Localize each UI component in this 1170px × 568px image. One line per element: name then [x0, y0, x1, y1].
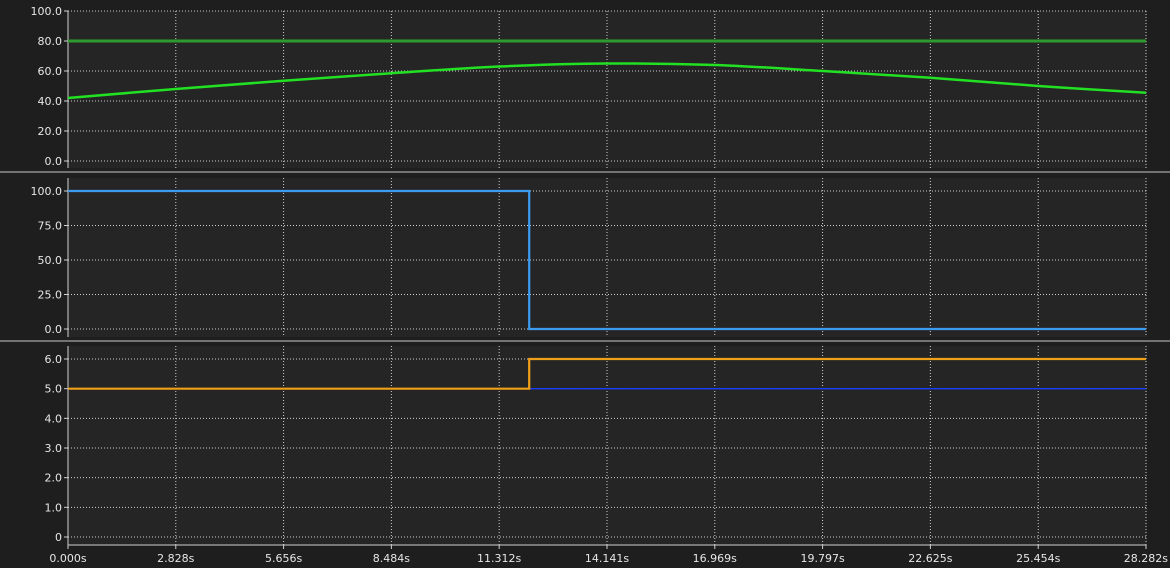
x-tick-label: 25.454s	[1016, 552, 1060, 565]
y-tick-label: 2.0	[45, 472, 63, 485]
y-tick-label: 80.0	[38, 35, 63, 48]
x-tick-label: 22.625s	[908, 552, 952, 565]
y-tick-label: 0.0	[45, 155, 63, 168]
y-tick-label: 50.0	[38, 254, 63, 267]
x-tick-label: 14.141s	[585, 552, 629, 565]
y-tick-label: 75.0	[38, 220, 63, 233]
x-tick-label: 5.656s	[265, 552, 302, 565]
y-tick-label: 25.0	[38, 289, 63, 302]
y-tick-label: 100.0	[31, 5, 63, 18]
chart-panel-2: 100.0 75.0 50.0 25.0 0.0	[31, 178, 1147, 337]
y-tick-label: 6.0	[45, 353, 63, 366]
x-tick-label: 19.797s	[800, 552, 844, 565]
y-tick-label: 100.0	[31, 185, 63, 198]
x-tick-label: 0.000s	[49, 552, 86, 565]
y-tick-label: 4.0	[45, 412, 63, 425]
y-tick-label: 5.0	[45, 383, 63, 396]
y-tick-label: 0	[55, 531, 62, 544]
x-tick-label: 11.312s	[477, 552, 521, 565]
y-tick-label: 20.0	[38, 125, 63, 138]
y-tick-label: 3.0	[45, 442, 63, 455]
x-tick-label: 16.969s	[693, 552, 737, 565]
x-tick-label: 2.828s	[157, 552, 194, 565]
chart-panel-1: 100.0 80.0 60.0 40.0 20.0 0.0	[31, 5, 1147, 168]
y-tick-label: 40.0	[38, 95, 63, 108]
y-tick-label: 0.0	[45, 323, 63, 336]
y-tick-label: 60.0	[38, 65, 63, 78]
x-tick-label: 28.282s	[1124, 552, 1168, 565]
y-tick-label: 1.0	[45, 501, 63, 514]
chart-panel-3: 6.0 5.0 4.0 3.0 2.0 1.0 0	[45, 346, 1147, 545]
x-tick-label: 8.484s	[373, 552, 410, 565]
chart: 100.0 80.0 60.0 40.0 20.0 0.0 100.0 75.0 50.0 25.…	[0, 0, 1170, 568]
